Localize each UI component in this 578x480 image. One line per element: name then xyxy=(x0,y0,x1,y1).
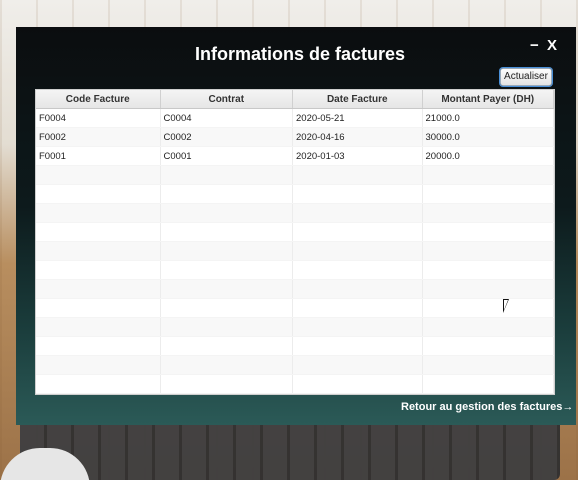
empty-table-cell xyxy=(161,185,293,203)
keyboard-photo xyxy=(20,418,560,480)
empty-table-cell xyxy=(161,280,293,298)
empty-table-cell xyxy=(423,356,554,374)
empty-table-row xyxy=(36,185,554,204)
empty-table-row xyxy=(36,242,554,261)
table-row[interactable]: F0002 C0002 2020-04-16 30000.0 xyxy=(36,128,554,147)
empty-table-cell xyxy=(36,356,161,374)
empty-table-cell xyxy=(161,242,293,260)
table-body: F0004 C0004 2020-05-21 21000.0 F0002 C0002 202… xyxy=(36,109,554,394)
empty-table-cell xyxy=(423,223,554,241)
empty-table-cell xyxy=(293,223,423,241)
table-cell: C0002 xyxy=(161,128,293,146)
empty-table-row xyxy=(36,204,554,223)
empty-table-cell xyxy=(423,337,554,355)
empty-table-row xyxy=(36,261,554,280)
refresh-button[interactable]: Actualiser xyxy=(500,68,552,86)
empty-table-cell xyxy=(293,261,423,279)
back-to-invoices-link[interactable]: Retour au gestion des factures→ xyxy=(401,401,573,413)
empty-table-cell xyxy=(161,166,293,184)
empty-table-cell xyxy=(423,166,554,184)
empty-table-row xyxy=(36,375,554,394)
empty-table-cell xyxy=(36,280,161,298)
table-cell: 30000.0 xyxy=(423,128,554,146)
empty-table-cell xyxy=(423,185,554,203)
empty-table-cell xyxy=(423,242,554,260)
empty-table-cell xyxy=(36,375,161,393)
empty-table-row xyxy=(36,318,554,337)
empty-table-cell xyxy=(36,166,161,184)
empty-table-cell xyxy=(36,223,161,241)
empty-table-row xyxy=(36,280,554,299)
table-cell: 2020-01-03 xyxy=(293,147,423,165)
empty-table-cell xyxy=(36,299,161,317)
minimize-icon[interactable]: − xyxy=(530,37,539,54)
empty-table-cell xyxy=(36,185,161,203)
empty-table-cell xyxy=(293,356,423,374)
empty-table-cell xyxy=(423,280,554,298)
empty-table-cell xyxy=(293,318,423,336)
empty-table-cell xyxy=(161,356,293,374)
empty-table-cell xyxy=(36,261,161,279)
invoice-window: Informations de factures − X Actualiser … xyxy=(16,27,576,425)
empty-table-row xyxy=(36,337,554,356)
empty-table-cell xyxy=(36,318,161,336)
empty-table-cell xyxy=(161,261,293,279)
empty-table-cell xyxy=(423,299,554,317)
empty-table-cell xyxy=(293,299,423,317)
empty-table-cell xyxy=(36,242,161,260)
column-header-code-facture[interactable]: Code Facture xyxy=(36,90,161,108)
table-cell: C0001 xyxy=(161,147,293,165)
empty-table-cell xyxy=(423,261,554,279)
empty-table-cell xyxy=(161,223,293,241)
empty-table-row xyxy=(36,223,554,242)
empty-table-cell xyxy=(293,280,423,298)
table-header: Code Facture Contrat Date Facture Montan… xyxy=(36,90,554,109)
empty-table-cell xyxy=(293,337,423,355)
table-cell: 2020-05-21 xyxy=(293,109,423,127)
table-cell: F0004 xyxy=(36,109,161,127)
table-cell: 20000.0 xyxy=(423,147,554,165)
empty-table-cell xyxy=(36,337,161,355)
empty-table-cell xyxy=(36,204,161,222)
table-cell: C0004 xyxy=(161,109,293,127)
empty-table-cell xyxy=(161,318,293,336)
empty-table-cell xyxy=(161,337,293,355)
mouse-cursor-icon xyxy=(503,299,509,313)
column-header-contrat[interactable]: Contrat xyxy=(161,90,293,108)
empty-table-row xyxy=(36,166,554,185)
empty-table-row xyxy=(36,299,554,318)
table-row[interactable]: F0004 C0004 2020-05-21 21000.0 xyxy=(36,109,554,128)
invoices-table[interactable]: Code Facture Contrat Date Facture Montan… xyxy=(35,89,555,395)
empty-table-cell xyxy=(161,375,293,393)
column-header-date-facture[interactable]: Date Facture xyxy=(293,90,423,108)
column-header-montant-payer[interactable]: Montant Payer (DH) xyxy=(423,90,554,108)
table-row[interactable]: F0001 C0001 2020-01-03 20000.0 xyxy=(36,147,554,166)
table-cell: 21000.0 xyxy=(423,109,554,127)
table-cell: F0002 xyxy=(36,128,161,146)
empty-table-cell xyxy=(293,166,423,184)
table-cell: 2020-04-16 xyxy=(293,128,423,146)
empty-table-cell xyxy=(161,299,293,317)
empty-table-cell xyxy=(293,204,423,222)
window-title: Informations de factures xyxy=(194,44,406,64)
empty-table-cell xyxy=(293,185,423,203)
empty-table-row xyxy=(36,356,554,375)
empty-table-cell xyxy=(423,318,554,336)
empty-table-cell xyxy=(161,204,293,222)
close-icon[interactable]: X xyxy=(547,37,557,54)
empty-table-cell xyxy=(423,375,554,393)
table-cell: F0001 xyxy=(36,147,161,165)
empty-table-cell xyxy=(293,242,423,260)
empty-table-cell xyxy=(293,375,423,393)
empty-table-cell xyxy=(423,204,554,222)
